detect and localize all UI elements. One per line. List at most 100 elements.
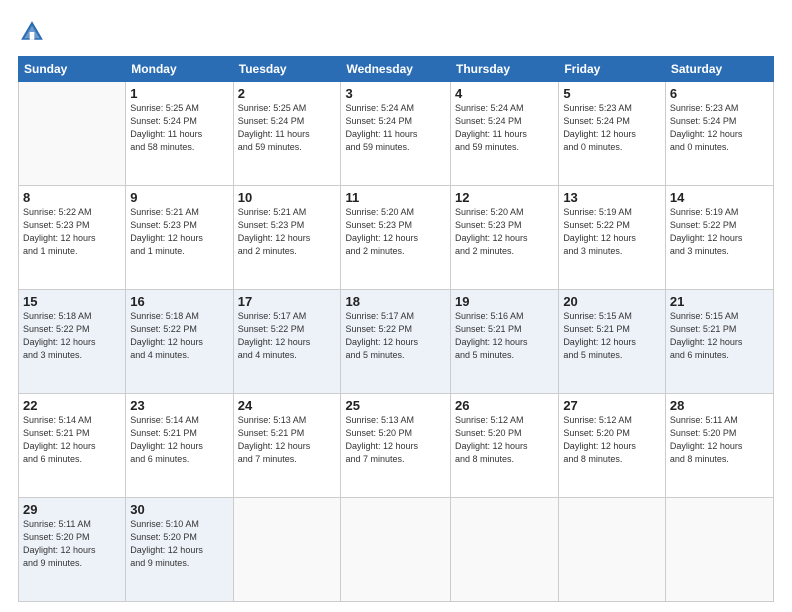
day-info: Sunrise: 5:23 AMSunset: 5:24 PMDaylight:… [670,102,769,154]
day-number: 4 [455,86,554,101]
week-row-2: 8Sunrise: 5:22 AMSunset: 5:23 PMDaylight… [19,186,774,290]
col-monday: Monday [126,57,233,82]
day-info: Sunrise: 5:25 AMSunset: 5:24 PMDaylight:… [130,102,228,154]
day-number: 18 [345,294,446,309]
day-info: Sunrise: 5:17 AMSunset: 5:22 PMDaylight:… [238,310,337,362]
header-row: Sunday Monday Tuesday Wednesday Thursday… [19,57,774,82]
day-info: Sunrise: 5:13 AMSunset: 5:21 PMDaylight:… [238,414,337,466]
week-row-4: 22Sunrise: 5:14 AMSunset: 5:21 PMDayligh… [19,394,774,498]
day-info: Sunrise: 5:22 AMSunset: 5:23 PMDaylight:… [23,206,121,258]
day-number: 29 [23,502,121,517]
table-row: 29Sunrise: 5:11 AMSunset: 5:20 PMDayligh… [19,498,126,602]
day-number: 2 [238,86,337,101]
col-thursday: Thursday [451,57,559,82]
day-number: 26 [455,398,554,413]
table-row: 13Sunrise: 5:19 AMSunset: 5:22 PMDayligh… [559,186,666,290]
table-row: 27Sunrise: 5:12 AMSunset: 5:20 PMDayligh… [559,394,666,498]
day-info: Sunrise: 5:11 AMSunset: 5:20 PMDaylight:… [670,414,769,466]
day-number: 27 [563,398,661,413]
calendar-page: Sunday Monday Tuesday Wednesday Thursday… [0,0,792,612]
day-number: 13 [563,190,661,205]
day-info: Sunrise: 5:14 AMSunset: 5:21 PMDaylight:… [23,414,121,466]
day-number: 10 [238,190,337,205]
table-row: 3Sunrise: 5:24 AMSunset: 5:24 PMDaylight… [341,82,451,186]
table-row: 22Sunrise: 5:14 AMSunset: 5:21 PMDayligh… [19,394,126,498]
day-info: Sunrise: 5:25 AMSunset: 5:24 PMDaylight:… [238,102,337,154]
day-number: 22 [23,398,121,413]
day-number: 8 [23,190,121,205]
day-info: Sunrise: 5:19 AMSunset: 5:22 PMDaylight:… [670,206,769,258]
day-number: 25 [345,398,446,413]
table-row: 20Sunrise: 5:15 AMSunset: 5:21 PMDayligh… [559,290,666,394]
table-row: 30Sunrise: 5:10 AMSunset: 5:20 PMDayligh… [126,498,233,602]
table-row [559,498,666,602]
table-row: 23Sunrise: 5:14 AMSunset: 5:21 PMDayligh… [126,394,233,498]
day-info: Sunrise: 5:18 AMSunset: 5:22 PMDaylight:… [130,310,228,362]
day-number: 6 [670,86,769,101]
table-row: 1Sunrise: 5:25 AMSunset: 5:24 PMDaylight… [126,82,233,186]
day-info: Sunrise: 5:12 AMSunset: 5:20 PMDaylight:… [455,414,554,466]
table-row [665,498,773,602]
table-row: 16Sunrise: 5:18 AMSunset: 5:22 PMDayligh… [126,290,233,394]
day-number: 20 [563,294,661,309]
day-info: Sunrise: 5:23 AMSunset: 5:24 PMDaylight:… [563,102,661,154]
table-row [341,498,451,602]
week-row-1: 1Sunrise: 5:25 AMSunset: 5:24 PMDaylight… [19,82,774,186]
table-row: 17Sunrise: 5:17 AMSunset: 5:22 PMDayligh… [233,290,341,394]
table-row: 10Sunrise: 5:21 AMSunset: 5:23 PMDayligh… [233,186,341,290]
week-row-5: 29Sunrise: 5:11 AMSunset: 5:20 PMDayligh… [19,498,774,602]
table-row: 6Sunrise: 5:23 AMSunset: 5:24 PMDaylight… [665,82,773,186]
day-info: Sunrise: 5:18 AMSunset: 5:22 PMDaylight:… [23,310,121,362]
day-number: 15 [23,294,121,309]
table-row: 26Sunrise: 5:12 AMSunset: 5:20 PMDayligh… [451,394,559,498]
day-info: Sunrise: 5:24 AMSunset: 5:24 PMDaylight:… [455,102,554,154]
day-number: 1 [130,86,228,101]
logo-icon [18,18,46,46]
table-row [451,498,559,602]
col-wednesday: Wednesday [341,57,451,82]
day-number: 23 [130,398,228,413]
table-row: 19Sunrise: 5:16 AMSunset: 5:21 PMDayligh… [451,290,559,394]
table-row: 2Sunrise: 5:25 AMSunset: 5:24 PMDaylight… [233,82,341,186]
day-info: Sunrise: 5:20 AMSunset: 5:23 PMDaylight:… [345,206,446,258]
day-number: 30 [130,502,228,517]
day-number: 14 [670,190,769,205]
table-row: 8Sunrise: 5:22 AMSunset: 5:23 PMDaylight… [19,186,126,290]
day-info: Sunrise: 5:12 AMSunset: 5:20 PMDaylight:… [563,414,661,466]
col-tuesday: Tuesday [233,57,341,82]
header [18,18,774,46]
day-number: 21 [670,294,769,309]
day-info: Sunrise: 5:10 AMSunset: 5:20 PMDaylight:… [130,518,228,570]
day-info: Sunrise: 5:15 AMSunset: 5:21 PMDaylight:… [670,310,769,362]
table-row [19,82,126,186]
day-number: 5 [563,86,661,101]
table-row: 15Sunrise: 5:18 AMSunset: 5:22 PMDayligh… [19,290,126,394]
calendar-table: Sunday Monday Tuesday Wednesday Thursday… [18,56,774,602]
table-row: 12Sunrise: 5:20 AMSunset: 5:23 PMDayligh… [451,186,559,290]
day-number: 16 [130,294,228,309]
col-friday: Friday [559,57,666,82]
day-info: Sunrise: 5:24 AMSunset: 5:24 PMDaylight:… [345,102,446,154]
day-info: Sunrise: 5:13 AMSunset: 5:20 PMDaylight:… [345,414,446,466]
week-row-3: 15Sunrise: 5:18 AMSunset: 5:22 PMDayligh… [19,290,774,394]
day-number: 17 [238,294,337,309]
day-info: Sunrise: 5:17 AMSunset: 5:22 PMDaylight:… [345,310,446,362]
col-sunday: Sunday [19,57,126,82]
day-number: 11 [345,190,446,205]
table-row: 5Sunrise: 5:23 AMSunset: 5:24 PMDaylight… [559,82,666,186]
day-number: 28 [670,398,769,413]
day-info: Sunrise: 5:19 AMSunset: 5:22 PMDaylight:… [563,206,661,258]
day-info: Sunrise: 5:21 AMSunset: 5:23 PMDaylight:… [130,206,228,258]
table-row: 25Sunrise: 5:13 AMSunset: 5:20 PMDayligh… [341,394,451,498]
table-row: 9Sunrise: 5:21 AMSunset: 5:23 PMDaylight… [126,186,233,290]
table-row: 14Sunrise: 5:19 AMSunset: 5:22 PMDayligh… [665,186,773,290]
day-number: 24 [238,398,337,413]
table-row: 28Sunrise: 5:11 AMSunset: 5:20 PMDayligh… [665,394,773,498]
table-row [233,498,341,602]
day-info: Sunrise: 5:20 AMSunset: 5:23 PMDaylight:… [455,206,554,258]
day-number: 3 [345,86,446,101]
table-row: 18Sunrise: 5:17 AMSunset: 5:22 PMDayligh… [341,290,451,394]
day-number: 9 [130,190,228,205]
table-row: 11Sunrise: 5:20 AMSunset: 5:23 PMDayligh… [341,186,451,290]
col-saturday: Saturday [665,57,773,82]
